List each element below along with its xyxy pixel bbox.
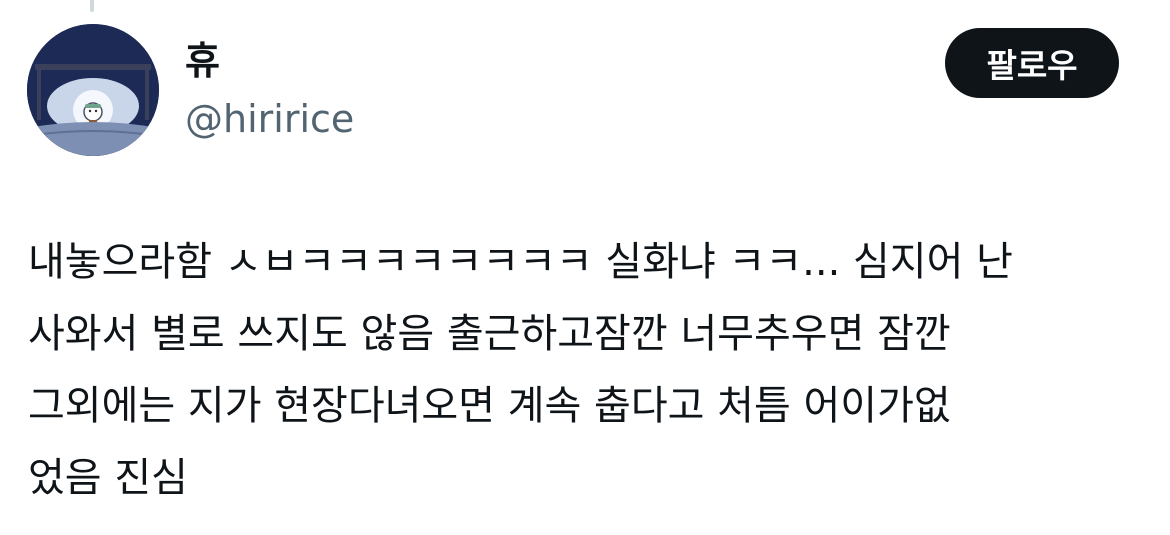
tweet-text-line: 그외에는 지가 현장다녀오면 계속 춥다고 처틈 어이가없	[28, 383, 951, 429]
avatar[interactable]	[27, 24, 159, 156]
author-display-name[interactable]: 휴	[185, 36, 220, 86]
tweet-text-line: 내놓으라함 ㅅㅂㅋㅋㅋㅋㅋㅋㅋㅋ 실화냐 ㅋㅋ... 심지어 난	[28, 239, 1013, 285]
follow-button[interactable]: 팔로우	[945, 28, 1119, 98]
author-handle[interactable]: @hiririce	[185, 94, 354, 144]
tweet-text: 내놓으라함 ㅅㅂㅋㅋㅋㅋㅋㅋㅋㅋ 실화냐 ㅋㅋ... 심지어 난 사와서 별로 …	[28, 226, 1148, 514]
thread-connector-line	[90, 0, 94, 12]
tweet-text-line: 사와서 별로 쓰지도 않음 출근하고잠깐 너무추우면 잠깐	[28, 311, 951, 357]
avatar-sleeping-character-icon	[27, 24, 159, 156]
tweet-text-line: 었음 진심	[28, 455, 188, 501]
